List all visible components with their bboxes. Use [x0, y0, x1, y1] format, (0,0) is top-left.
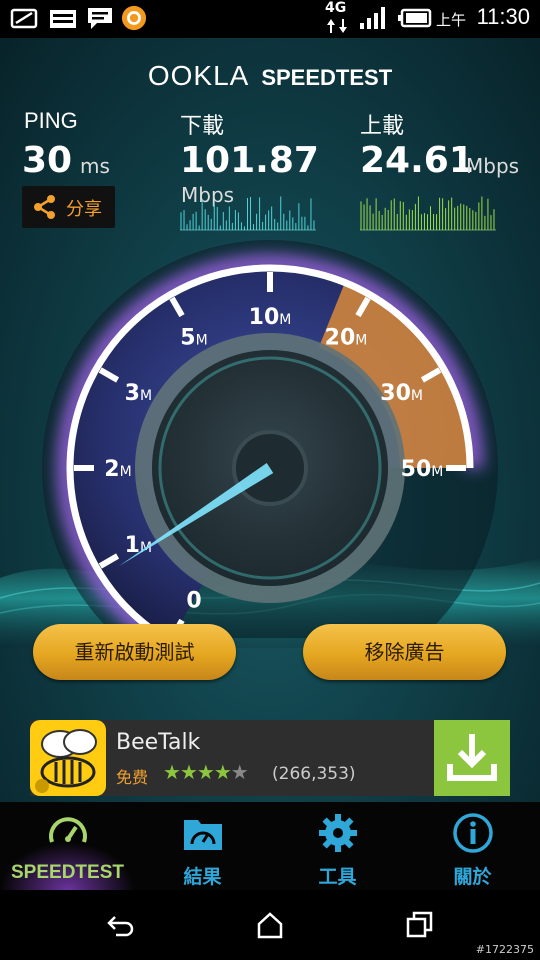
app-notification-icon [121, 5, 147, 31]
gear-icon [319, 814, 357, 852]
keyboard-icon [50, 10, 76, 28]
message-icon [88, 8, 112, 29]
star-icon: ★ [196, 760, 215, 784]
speedometer-icon [49, 817, 87, 843]
home-icon[interactable] [255, 910, 285, 940]
tab-label: 關於 [453, 866, 492, 888]
beetalk-app-icon [30, 720, 106, 796]
speedtest-screen: OOKLA SPEEDTEST PING 30 ms 分享 下載 101.87 M… [0, 38, 540, 802]
tab-speedtest[interactable]: SPEEDTEST [0, 802, 135, 890]
folder-gauge-icon [184, 820, 222, 850]
retest-button[interactable]: 重新啟動測試 [33, 624, 236, 680]
ad-app-name: BeeTalk [116, 730, 201, 755]
data-arrows-icon [327, 19, 347, 33]
back-icon[interactable] [106, 910, 136, 940]
ad-price: 免费 [116, 768, 149, 787]
tab-label: SPEEDTEST [11, 862, 124, 883]
signal-icon [360, 7, 385, 29]
bottom-tab-bar: SPEEDTEST 結果 工具 關於 [0, 802, 540, 890]
ad-rating-stars: ★★★★★ [163, 760, 249, 784]
ad-download-button[interactable] [434, 720, 510, 796]
tab-tools[interactable]: 工具 [270, 802, 405, 890]
watermark: #1722375 [475, 943, 534, 956]
gauge-tick-label: 0 [186, 589, 201, 614]
ad-banner[interactable]: BeeTalk 免费 ★★★★★ (266,353) [30, 720, 510, 796]
star-icon: ★ [213, 760, 232, 784]
notes-icon [10, 8, 38, 29]
download-icon [447, 734, 497, 781]
battery-icon [398, 8, 432, 28]
tab-results[interactable]: 結果 [135, 802, 270, 890]
ad-review-count: (266,353) [272, 764, 356, 784]
recent-apps-icon[interactable] [405, 910, 435, 940]
star-icon: ★ [179, 760, 198, 784]
ampm-label: 上午 [435, 11, 466, 29]
tab-label: 工具 [318, 866, 357, 888]
status-bar: 4G 上午 11:30 [0, 0, 540, 38]
star-icon: ★ [230, 760, 249, 784]
remove-ads-button[interactable]: 移除廣告 [303, 624, 506, 680]
network-type-label: 4G [325, 0, 347, 16]
info-icon [453, 813, 493, 853]
tab-about[interactable]: 關於 [405, 802, 540, 890]
star-icon: ★ [163, 760, 181, 784]
tab-label: 結果 [183, 866, 222, 888]
system-nav-bar: #1722375 [0, 890, 540, 960]
clock: 11:30 [476, 4, 530, 29]
speed-gauge: 01M2M3M5M10M20M30M50M [42, 240, 498, 638]
